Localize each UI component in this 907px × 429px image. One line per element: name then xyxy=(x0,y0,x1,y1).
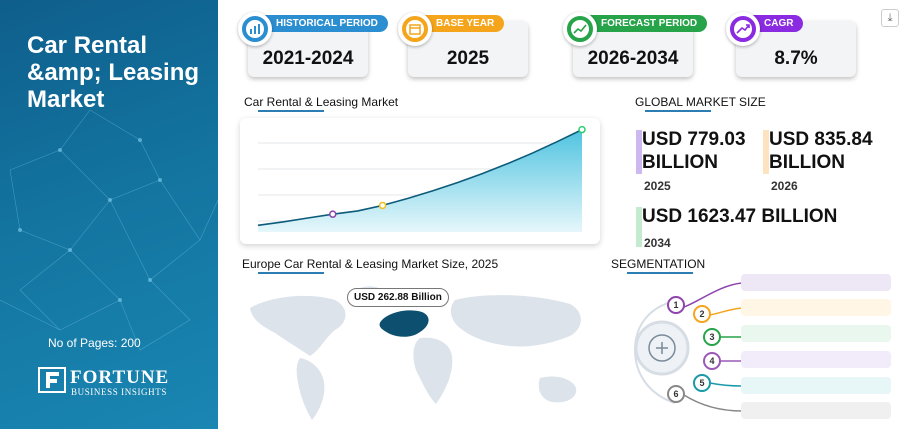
segment-bar-6 xyxy=(741,402,891,419)
segment-number-3: 3 xyxy=(703,328,721,346)
highlight-point-2034 xyxy=(578,125,586,134)
kpi-forecast-period: FORECAST PERIOD 2026-2034 xyxy=(563,11,708,81)
market-size-year: 2025 xyxy=(644,179,671,193)
segment-number-5: 5 xyxy=(693,374,711,392)
chart-title-underline xyxy=(258,110,324,112)
market-chart-card xyxy=(240,118,600,244)
kpi-value: 2025 xyxy=(446,48,490,69)
europe-highlight xyxy=(379,310,429,337)
kpi-historical-period: HISTORICAL PERIOD 2021-2024 xyxy=(238,11,388,81)
market-size-value: USD 835.84 BILLION xyxy=(769,129,873,173)
growth-icon xyxy=(726,12,760,46)
segment-bar-3 xyxy=(741,325,891,342)
segment-bar-1 xyxy=(741,274,891,291)
area-fill xyxy=(258,129,582,232)
europe-market-value: USD 262.88 Billion xyxy=(347,288,449,307)
bar-chart-icon xyxy=(238,12,272,46)
segment-bar-2 xyxy=(741,299,891,316)
segment-bar-5 xyxy=(741,377,891,394)
fortune-logo-icon xyxy=(38,367,66,393)
download-icon[interactable]: ⤓ xyxy=(881,9,899,27)
kpi-value: 2026-2034 xyxy=(587,48,679,69)
page-count: No of Pages: 200 xyxy=(48,336,141,350)
calendar-icon xyxy=(398,12,432,46)
market-size-value: USD 779.03 BILLION xyxy=(642,129,746,173)
kpi-value: 8.7% xyxy=(774,48,818,69)
brand-tagline: BUSINESS INSIGHTS xyxy=(71,387,167,397)
kpi-value: 2021-2024 xyxy=(262,48,354,69)
highlight-point-2024 xyxy=(329,210,337,218)
segmentation-hub xyxy=(633,282,743,412)
kpi-cagr: CAGR 8.7% xyxy=(726,11,866,81)
global-market-title: GLOBAL MARKET SIZE xyxy=(635,95,766,109)
forecast-chart-icon xyxy=(563,12,597,46)
segmentation-title: SEGMENTATION xyxy=(611,257,706,271)
segmentation-underline xyxy=(627,272,693,274)
market-size-value: USD 1623.47 BILLION xyxy=(642,206,838,227)
segment-number-2: 2 xyxy=(693,305,711,323)
segment-number-1: 1 xyxy=(667,296,685,314)
global-market-underline xyxy=(645,110,711,112)
highlight-point-2026 xyxy=(378,201,387,210)
europe-title: Europe Car Rental & Leasing Market Size,… xyxy=(242,257,499,271)
market-size-2026: USD 835.84 BILLION 2026 xyxy=(763,128,888,193)
market-size-2034: USD 1623.47 BILLION 2034 xyxy=(636,205,896,250)
segment-number-6: 6 xyxy=(667,385,685,403)
kpi-base-year: BASE YEAR 2025 xyxy=(398,11,538,81)
market-size-2025: USD 779.03 BILLION 2025 xyxy=(636,128,761,193)
market-area-chart xyxy=(257,125,586,232)
brand-name: FORTUNE xyxy=(70,367,170,388)
report-title: Car Rental &amp; Leasing Market xyxy=(27,32,200,113)
chart-title: Car Rental & Leasing Market xyxy=(244,95,399,109)
market-size-year: 2026 xyxy=(771,179,798,193)
market-size-year: 2034 xyxy=(644,236,671,250)
segment-number-4: 4 xyxy=(703,352,721,370)
title-panel: Car Rental &amp; Leasing Market No of Pa… xyxy=(0,0,218,429)
europe-title-underline xyxy=(258,272,324,274)
segment-bar-4 xyxy=(741,351,891,368)
